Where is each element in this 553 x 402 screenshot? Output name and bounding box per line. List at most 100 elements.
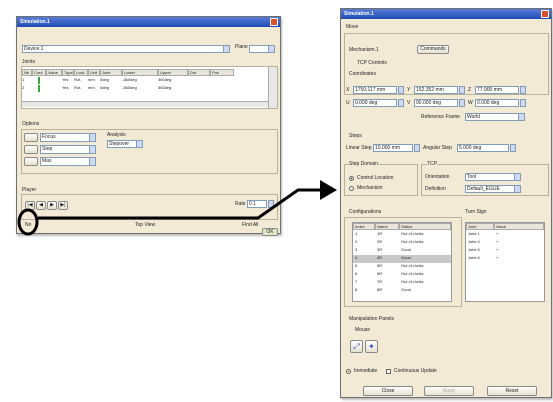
definition-select[interactable]: Default_EGUE xyxy=(465,185,521,193)
steps-label: Steps xyxy=(349,133,362,139)
table-cell: 1R xyxy=(377,231,383,236)
table-cell: Joint 1 xyxy=(468,231,480,236)
u-label: U xyxy=(346,100,350,106)
continuous-update-label: Continuous Update xyxy=(394,368,437,374)
config-column-header[interactable]: Name xyxy=(375,223,399,230)
table-row[interactable]: 5 5R Out of Limits xyxy=(353,263,451,271)
orientation-label: Orientation xyxy=(425,174,450,180)
chevron-down-icon[interactable] xyxy=(514,186,520,192)
turn-column-header[interactable]: Joint xyxy=(466,223,494,230)
u-field[interactable]: 0.000 deg xyxy=(353,99,397,107)
close-button[interactable]: Close xyxy=(363,386,413,396)
annotation-arrowhead xyxy=(320,180,337,200)
reference-frame-select[interactable]: World xyxy=(465,113,525,121)
immediate-label: Immediate xyxy=(354,368,378,374)
commands-tab[interactable]: Commands xyxy=(417,45,449,54)
table-cell: 1 xyxy=(355,231,358,236)
table-cell: 4R xyxy=(377,255,383,260)
z-stepper[interactable] xyxy=(520,86,526,94)
table-cell: 8R xyxy=(377,287,383,292)
table-row[interactable]: 8 8R Good xyxy=(353,287,451,295)
configurations-rows: 1 1R Out of Limits 2 2R Out of Limits 3 3R Good 4… xyxy=(353,231,451,301)
table-cell: Joint 6 xyxy=(468,255,480,260)
angular-step-field[interactable]: 5.000 deg xyxy=(457,144,509,152)
step-domain-label: Step Domain xyxy=(349,161,378,167)
table-row[interactable]: 3 3R Good xyxy=(353,247,451,255)
table-cell: Out of Limits xyxy=(401,231,424,236)
orientation-select[interactable]: Tool xyxy=(465,173,521,181)
chevron-down-icon[interactable] xyxy=(518,114,524,120)
immediate-radio[interactable] xyxy=(346,369,351,374)
table-row[interactable]: 1 1R Out of Limits xyxy=(353,231,451,239)
definition-label: Definition xyxy=(425,186,446,192)
z-field[interactable]: 77.900 mm xyxy=(475,86,519,94)
mechanism-radio[interactable] xyxy=(349,186,354,191)
manipulation-panels-label: Manipulation Panels xyxy=(349,316,395,322)
reset-button[interactable]: Reset xyxy=(487,386,537,396)
turn-sign-rows: Joint 1 + Joint 4 + Joint 5 + Joint 6 + xyxy=(466,231,544,271)
annotation-connector xyxy=(38,188,320,220)
x-field[interactable]: 1750.117 mm xyxy=(353,86,397,94)
y-field[interactable]: 152.352 mm xyxy=(414,86,458,94)
x-stepper[interactable] xyxy=(398,86,404,94)
mechanism-label: Mechanism xyxy=(357,185,383,191)
x-label: X xyxy=(346,87,350,93)
config-column-header[interactable]: Index xyxy=(353,223,375,230)
simulation-dialog-right: Simulation.1 Move Mechanism.1 Commands T… xyxy=(340,8,552,398)
reference-frame-label: Reference Frame xyxy=(421,114,460,120)
table-cell: 3 xyxy=(355,247,358,252)
linear-step-label: Linear Step xyxy=(346,145,372,151)
y-label: Y xyxy=(407,87,411,93)
configurations-label: Configurations xyxy=(349,209,382,215)
v-field[interactable]: 90.000 deg xyxy=(414,99,458,107)
table-cell: 5R xyxy=(377,263,383,268)
turn-column-header[interactable]: Value xyxy=(494,223,544,230)
table-cell: 3R xyxy=(377,247,383,252)
title-bar[interactable]: Simulation.1 xyxy=(341,9,551,19)
pin-icon[interactable]: ✦ xyxy=(365,340,378,353)
mechanism-tab[interactable]: Mechanism.1 xyxy=(349,47,379,53)
y-stepper[interactable] xyxy=(459,86,465,94)
w-field[interactable]: 0.000 deg xyxy=(475,99,519,107)
table-row[interactable]: 4 4R Good xyxy=(353,255,451,263)
turn-sign-label: Turn Sign xyxy=(465,209,487,215)
u-stepper[interactable] xyxy=(398,99,404,107)
close-icon[interactable] xyxy=(541,10,549,18)
linear-step-stepper[interactable] xyxy=(414,144,420,152)
table-cell: Good xyxy=(401,287,411,292)
table-cell: Out of Limits xyxy=(401,239,424,244)
control-location-radio[interactable] xyxy=(349,176,354,181)
w-stepper[interactable] xyxy=(520,99,526,107)
turn-sign-header: Joint Value xyxy=(466,223,544,230)
table-row[interactable]: 7 7R Out of Limits xyxy=(353,279,451,287)
table-cell: Good xyxy=(401,247,411,252)
table-cell: + xyxy=(496,247,499,252)
table-cell: Out of Limits xyxy=(401,279,424,284)
table-cell: + xyxy=(496,231,499,236)
mouse-label: Mouse xyxy=(355,327,371,333)
angular-step-label: Angular Step xyxy=(423,145,452,151)
continuous-update-checkbox[interactable] xyxy=(386,369,391,374)
v-stepper[interactable] xyxy=(459,99,465,107)
annotation-circle-left xyxy=(17,208,39,236)
tcp-controls-label: TCP Controls xyxy=(357,60,387,66)
table-cell: 2R xyxy=(377,239,383,244)
table-cell: 5 xyxy=(355,263,358,268)
coordinates-label: Coordinates xyxy=(349,71,376,77)
resize-icon[interactable]: ⤢ xyxy=(350,340,363,353)
table-cell: Out of Limits xyxy=(401,263,424,268)
linear-step-field[interactable]: 10.000 mm xyxy=(373,144,413,152)
angular-step-stepper[interactable] xyxy=(510,144,516,152)
chevron-down-icon[interactable] xyxy=(514,174,520,180)
config-column-header[interactable]: Status xyxy=(399,223,451,230)
apply-button[interactable]: Apply xyxy=(424,386,474,396)
table-cell: + xyxy=(496,255,499,260)
table-cell: 7 xyxy=(355,279,358,284)
table-cell: 7R xyxy=(377,279,383,284)
table-cell: Good xyxy=(401,255,411,260)
table-cell: 6R xyxy=(377,271,383,276)
table-row[interactable]: 6 6R Out of Limits xyxy=(353,271,451,279)
table-cell: 2 xyxy=(355,239,358,244)
move-label: Move xyxy=(346,24,359,30)
table-row[interactable]: 2 2R Out of Limits xyxy=(353,239,451,247)
